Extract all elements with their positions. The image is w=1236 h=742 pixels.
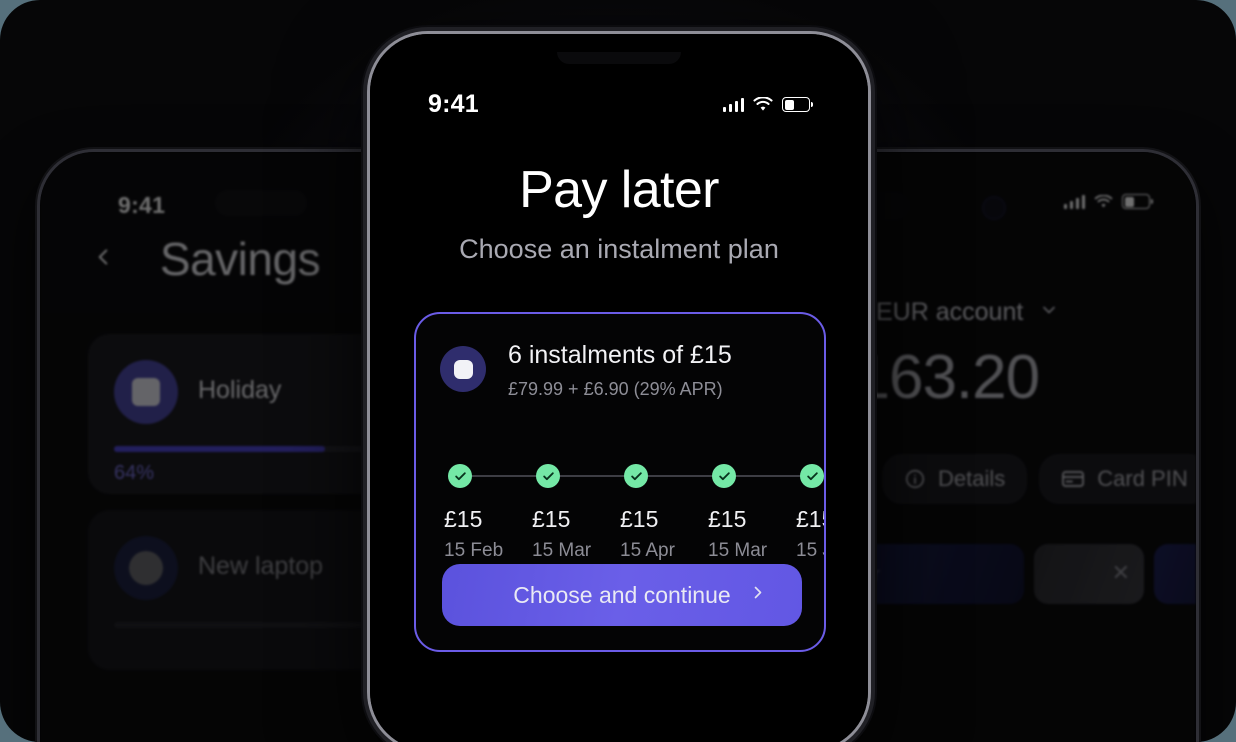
status-icons [722, 97, 813, 112]
instalment-timeline: £15 15 Feb £15 15 Mar £15 15 Apr £15 15 … [444, 464, 824, 564]
status-time: 9:41 [428, 90, 479, 118]
wifi-icon [753, 97, 773, 111]
account-name: EUR account [876, 297, 1024, 326]
chevron-down-icon [1039, 300, 1059, 325]
laptop-circle-icon [114, 536, 178, 600]
promo-card-tertiary[interactable] [1154, 544, 1196, 604]
close-icon[interactable]: ✕ [1112, 560, 1130, 586]
card-icon [1062, 471, 1085, 487]
front-camera [982, 196, 1006, 220]
dark-canvas: 9:41 Savings Holiday 64% New laptop EUR … [0, 0, 1236, 742]
check-circle-icon [800, 464, 824, 488]
details-label: Details [938, 466, 1006, 491]
promo-card-secondary[interactable]: ✕ [1034, 544, 1144, 604]
page-subtitle: Choose an instalment plan [459, 234, 779, 264]
status-bar: 9:41 [370, 90, 868, 119]
center-phone-mockup: 9:41 Pay later Choose an instalment plan [370, 34, 868, 742]
battery-icon [1122, 194, 1153, 209]
pay-later-screen: 9:41 Pay later Choose an instalment plan [370, 34, 868, 742]
instalment-step: £15 15 Feb [444, 464, 532, 562]
page-title: Pay later [519, 161, 719, 219]
goal-name: New laptop [198, 552, 324, 580]
stage: 9:41 Savings Holiday 64% New laptop EUR … [0, 0, 1236, 742]
check-circle-icon [536, 464, 560, 488]
cta-label: Choose and continue [513, 581, 731, 608]
instalment-amount: £15 [708, 506, 747, 532]
instalment-step: £15 15 Apr [620, 464, 708, 562]
instalment-amount: £15 [796, 506, 824, 532]
choose-and-continue-button[interactable]: Choose and continue [442, 564, 802, 626]
instalment-date: 15 Mar [532, 540, 592, 561]
plan-header: 6 instalments of £15 £79.99 + £6.90 (29%… [440, 341, 732, 400]
right-status-icons [1063, 194, 1153, 209]
center-notch [557, 52, 681, 64]
instalment-amount: £15 [444, 506, 483, 532]
wifi-icon [1094, 194, 1113, 207]
holiday-square-icon [114, 360, 178, 424]
plan-subtitle: £79.99 + £6.90 (29% APR) [508, 378, 723, 399]
info-circle-icon [905, 469, 925, 489]
cellular-signal-icon [722, 97, 744, 112]
instalment-step: £15 15 Mar [708, 464, 796, 562]
instalment-amount: £15 [620, 506, 659, 532]
instalment-step: £15 15 Mar [532, 464, 620, 562]
card-pin-label: Card PIN [1097, 466, 1188, 491]
check-circle-icon [712, 464, 736, 488]
details-button[interactable]: Details [882, 454, 1028, 504]
promo-carousel: d for ✕ [824, 544, 1196, 604]
battery-icon [782, 97, 813, 112]
chevron-right-icon [748, 582, 768, 609]
instalment-step: £15 15 Jun [796, 464, 824, 562]
instalment-date: 15 Jun [796, 540, 824, 561]
cellular-signal-icon [1063, 194, 1085, 209]
plan-title: 6 instalments of £15 [508, 341, 732, 369]
radio-selected-icon[interactable] [440, 346, 486, 392]
check-circle-icon [624, 464, 648, 488]
goal-progress-label: 64% [114, 462, 155, 484]
instalment-amount: £15 [532, 506, 571, 532]
instalment-plan-card[interactable]: 6 instalments of £15 £79.99 + £6.90 (29%… [414, 312, 826, 652]
timeline-steps: £15 15 Feb £15 15 Mar £15 15 Apr £15 15 … [444, 464, 824, 562]
goal-name: Holiday [198, 376, 282, 404]
instalment-date: 15 Apr [620, 540, 675, 561]
instalment-date: 15 Feb [444, 540, 504, 561]
card-pin-button[interactable]: Card PIN [1039, 454, 1196, 504]
goal-progress-fill [114, 446, 326, 452]
check-circle-icon [448, 464, 472, 488]
instalment-date: 15 Mar [708, 540, 768, 561]
